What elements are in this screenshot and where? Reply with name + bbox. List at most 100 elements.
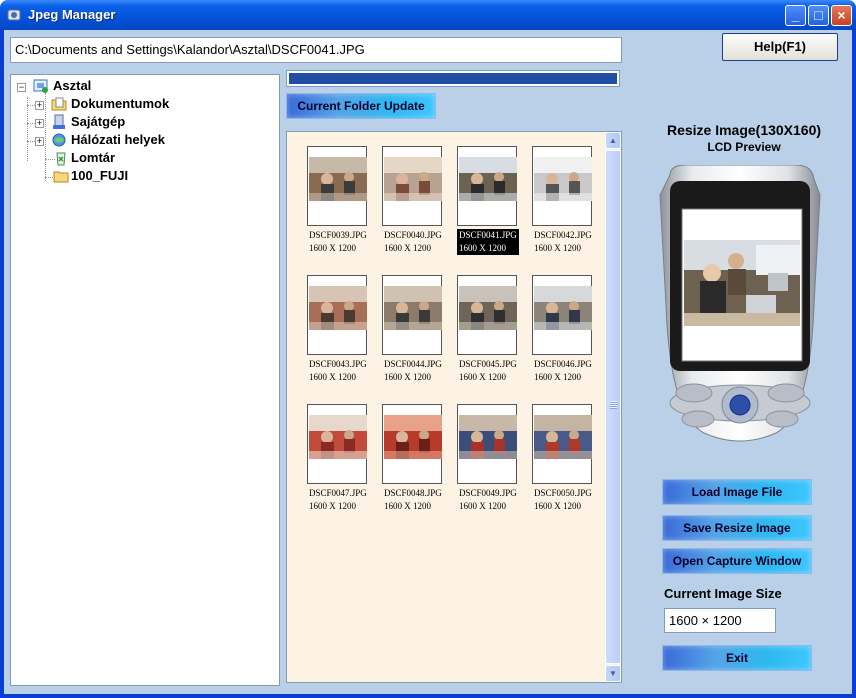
thumbnail-dimensions: 1600 X 1200 <box>459 243 506 253</box>
maximize-button[interactable]: □ <box>808 5 829 26</box>
tree-item-lomtar[interactable]: Lomtár <box>71 149 115 167</box>
thumbnail-dimensions: 1600 X 1200 <box>384 372 431 382</box>
thumbnail-frame <box>307 404 367 484</box>
current-folder-update-button[interactable]: Current Folder Update <box>286 93 436 119</box>
scroll-down-icon[interactable]: ▼ <box>605 665 621 682</box>
thumbnail-caption: DSCF0043.JPG 1600 X 1200 <box>307 358 369 384</box>
collapse-icon[interactable]: − <box>17 83 26 92</box>
thumbnail-caption: DSCF0039.JPG 1600 X 1200 <box>307 229 369 255</box>
expand-icon[interactable]: + <box>35 101 44 110</box>
scroll-up-icon[interactable]: ▲ <box>605 132 621 149</box>
minimize-button[interactable]: _ <box>785 5 806 26</box>
thumbnail-filename: DSCF0040.JPG <box>384 230 442 240</box>
thumbnail-frame <box>532 146 592 226</box>
thumbnail-image <box>309 415 367 459</box>
thumbnail-caption: DSCF0045.JPG 1600 X 1200 <box>457 358 519 384</box>
thumbnail-caption: DSCF0042.JPG 1600 X 1200 <box>532 229 594 255</box>
tree-line <box>27 97 28 161</box>
network-icon <box>52 133 66 147</box>
thumbnail-dimensions: 1600 X 1200 <box>459 372 506 382</box>
app-window: Jpeg Manager _ □ × C:\Documents and Sett… <box>0 0 856 698</box>
thumbnail-frame <box>457 275 517 355</box>
thumbnail-dimensions: 1600 X 1200 <box>534 243 581 253</box>
tree-item-dokumentumok[interactable]: Dokumentumok <box>71 95 169 113</box>
progress-fill <box>289 73 617 84</box>
help-button[interactable]: Help(F1) <box>722 33 838 61</box>
phone-preview-image <box>659 165 821 442</box>
close-button[interactable]: × <box>831 5 852 26</box>
thumbnail-dimensions: 1600 X 1200 <box>534 372 581 382</box>
thumbnail-caption: DSCF0046.JPG 1600 X 1200 <box>532 358 594 384</box>
thumbnail-filename: DSCF0039.JPG <box>309 230 367 240</box>
thumbnail-image <box>459 415 517 459</box>
client-area: C:\Documents and Settings\Kalandor\Aszta… <box>4 30 852 694</box>
thumbnail-image <box>534 286 592 330</box>
folder-icon <box>53 171 69 183</box>
progress-bar <box>286 70 620 87</box>
thumbnail-caption: DSCF0049.JPG 1600 X 1200 <box>457 487 519 513</box>
expand-icon[interactable]: + <box>35 137 44 146</box>
thumbnail-caption: DSCF0044.JPG 1600 X 1200 <box>382 358 444 384</box>
thumbnail-filename: DSCF0049.JPG <box>459 488 517 498</box>
thumbnail-caption: DSCF0048.JPG 1600 X 1200 <box>382 487 444 513</box>
open-capture-window-button[interactable]: Open Capture Window <box>662 548 812 574</box>
expand-icon[interactable]: + <box>35 119 44 128</box>
thumbnail-dimensions: 1600 X 1200 <box>384 501 431 511</box>
preview-title: Resize Image(130X160) <box>666 122 822 138</box>
preview-subtitle: LCD Preview <box>707 140 781 154</box>
thumbnail-dimensions: 1600 X 1200 <box>534 501 581 511</box>
tree-item-sajatgep[interactable]: Sajátgép <box>71 113 125 131</box>
thumbnail-filename: DSCF0042.JPG <box>534 230 592 240</box>
thumbnail-caption: DSCF0041.JPG 1600 X 1200 <box>457 229 519 255</box>
folder-tree[interactable]: − Asztal + Dokumentumok + Sajátgép + Hál… <box>10 74 280 686</box>
thumbnail-dimensions: 1600 X 1200 <box>309 501 356 511</box>
thumbnail-caption: DSCF0047.JPG 1600 X 1200 <box>307 487 369 513</box>
thumbnail-filename: DSCF0046.JPG <box>534 359 592 369</box>
thumbnail-filename: DSCF0045.JPG <box>459 359 517 369</box>
thumbnail-frame <box>532 404 592 484</box>
load-image-file-button[interactable]: Load Image File <box>662 479 812 505</box>
tree-item-asztal[interactable]: Asztal <box>53 77 91 95</box>
thumbnail-image <box>309 157 367 201</box>
current-image-size-field[interactable]: 1600 × 1200 <box>664 608 776 633</box>
thumbnail-frame <box>307 146 367 226</box>
thumbnail-dimensions: 1600 X 1200 <box>459 501 506 511</box>
thumbnail-caption: DSCF0040.JPG 1600 X 1200 <box>382 229 444 255</box>
thumbnail-filename: DSCF0041.JPG <box>459 230 517 240</box>
thumbnail-image <box>459 157 517 201</box>
path-field[interactable]: C:\Documents and Settings\Kalandor\Aszta… <box>10 37 622 63</box>
thumbnail-filename: DSCF0047.JPG <box>309 488 367 498</box>
thumbnail-filename: DSCF0043.JPG <box>309 359 367 369</box>
thumbnail-image <box>534 415 592 459</box>
tree-item-halozati-helyek[interactable]: Hálózati helyek <box>71 131 165 149</box>
vertical-scrollbar[interactable]: ▲ ▼ <box>605 132 621 682</box>
exit-button[interactable]: Exit <box>662 645 812 671</box>
thumbnail-frame <box>307 275 367 355</box>
thumbnail-frame <box>382 275 442 355</box>
computer-icon <box>53 114 65 129</box>
thumbnail-frame <box>382 146 442 226</box>
thumbnail-image <box>384 286 442 330</box>
thumbnail-image <box>459 286 517 330</box>
thumbnail-dimensions: 1600 X 1200 <box>309 372 356 382</box>
thumbnail-image <box>384 415 442 459</box>
thumbnail-dimensions: 1600 X 1200 <box>384 243 431 253</box>
thumbnail-filename: DSCF0048.JPG <box>384 488 442 498</box>
title-bar[interactable]: Jpeg Manager _ □ × <box>0 0 856 30</box>
thumbnail-frame <box>532 275 592 355</box>
save-resize-image-button[interactable]: Save Resize Image <box>662 515 812 541</box>
thumbnail-frame <box>457 404 517 484</box>
tree-line <box>45 93 46 181</box>
thumbnail-gallery[interactable]: DSCF0039.JPG 1600 X 1200 DSCF0040.JPG 1600 … <box>286 131 622 683</box>
thumbnail-frame <box>457 146 517 226</box>
documents-folder-icon <box>51 97 67 111</box>
tree-item-100-fuji[interactable]: 100_FUJI <box>71 167 128 185</box>
window-title: Jpeg Manager <box>28 7 116 22</box>
scroll-thumb[interactable] <box>605 150 621 664</box>
grip-icon <box>610 401 617 409</box>
thumbnail-image <box>309 286 367 330</box>
current-image-size-label: Current Image Size <box>664 586 782 601</box>
recycle-bin-icon <box>56 152 66 166</box>
thumbnail-filename: DSCF0044.JPG <box>384 359 442 369</box>
thumbnail-frame <box>382 404 442 484</box>
